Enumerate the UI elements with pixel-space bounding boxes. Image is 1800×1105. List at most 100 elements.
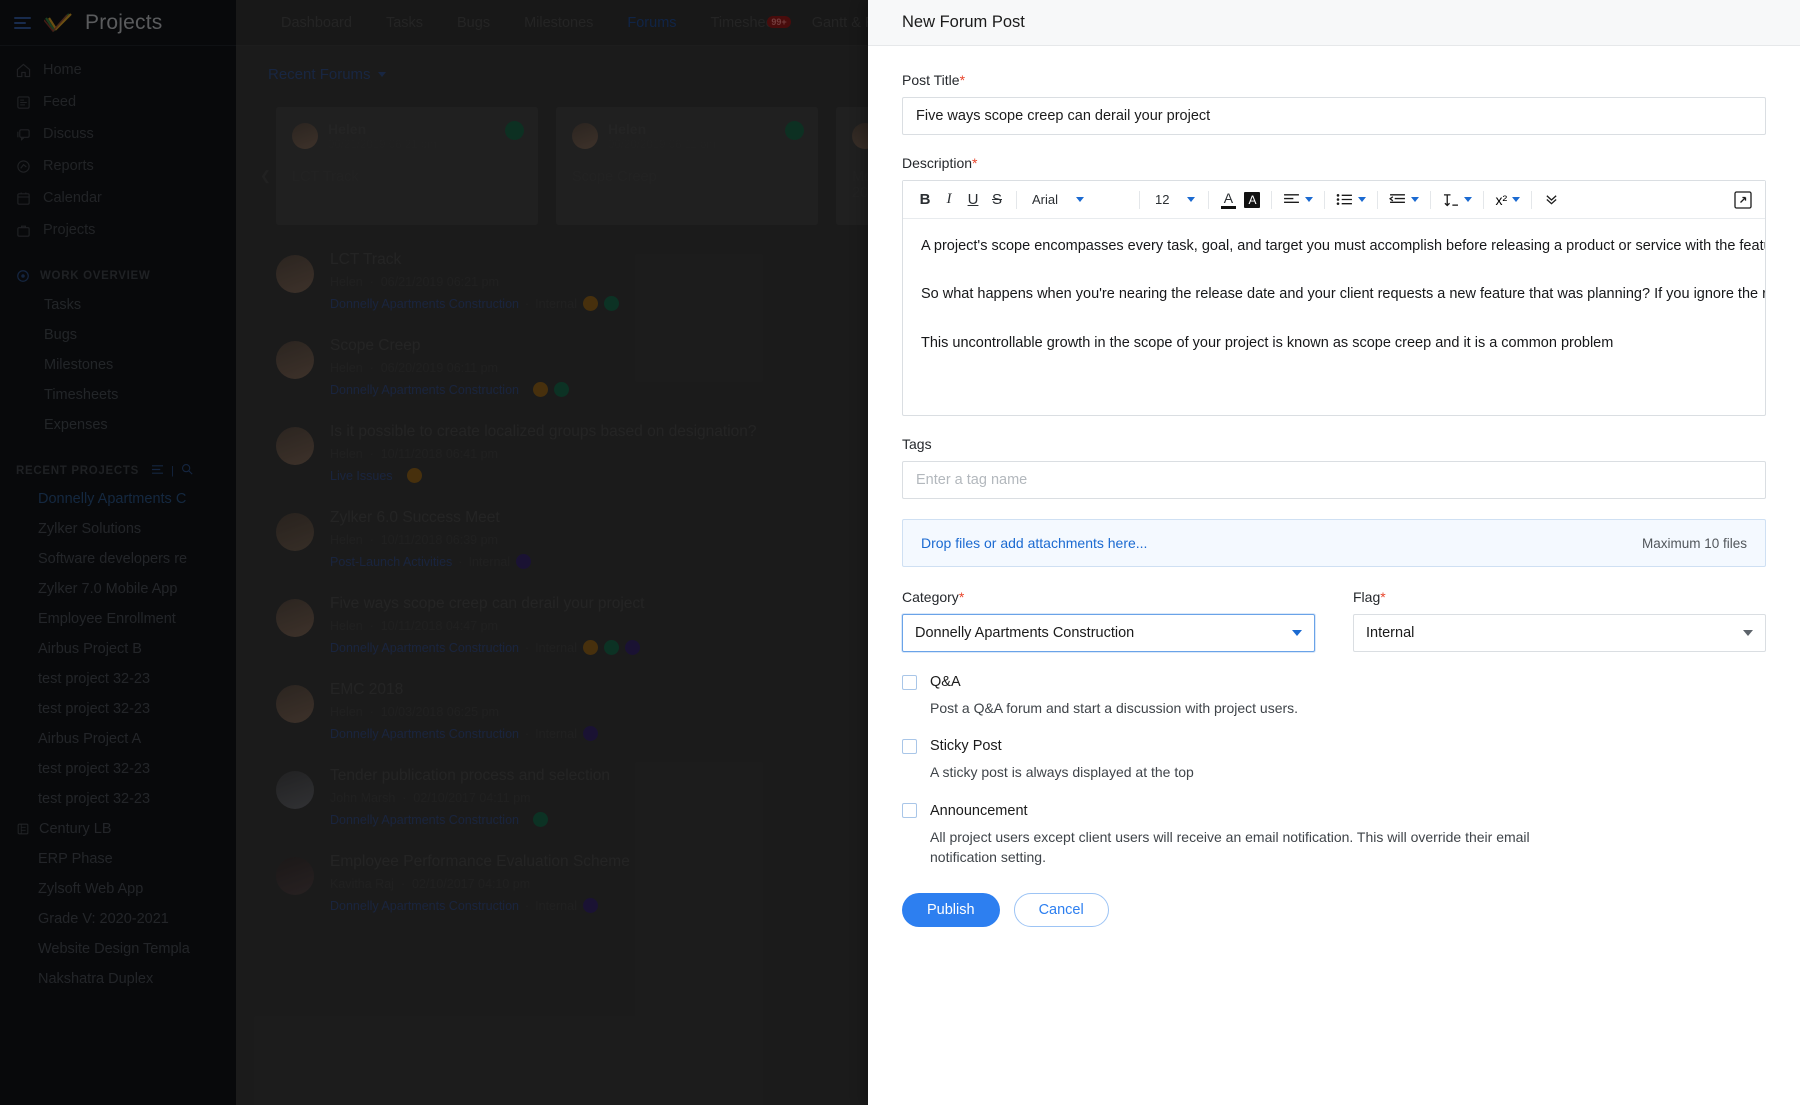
line-spacing-icon[interactable]	[1438, 193, 1476, 207]
announcement-checkbox-line[interactable]: Announcement	[902, 803, 1766, 819]
card-status-badge	[785, 121, 804, 140]
recent-forums-label: Recent Forums	[268, 66, 371, 83]
sidebar-project-14[interactable]: Grade V: 2020-2021	[0, 904, 236, 934]
tags-input[interactable]	[902, 461, 1766, 499]
sidebar-item-discuss[interactable]: Discuss	[0, 118, 236, 150]
sidebar-project-3[interactable]: Zylker 7.0 Mobile App	[0, 574, 236, 604]
qa-checkbox[interactable]	[902, 674, 917, 690]
sidebar-project-7[interactable]: test project 32-23	[0, 694, 236, 724]
forum-project[interactable]: Donnelly Apartments Construction	[330, 727, 519, 741]
category-label: Category*	[902, 589, 1315, 605]
sidebar-scroll: Home Feed Discuss Reports Calendar Proje…	[0, 46, 236, 994]
project-label: test project 32-23	[38, 671, 151, 687]
sidebar-project-13[interactable]: Zylsoft Web App	[0, 874, 236, 904]
font-family-select[interactable]: Arial	[1024, 187, 1132, 213]
sidebar-project-1[interactable]: Zylker Solutions	[0, 514, 236, 544]
flag-value: Internal	[1366, 625, 1415, 641]
italic-icon[interactable]: I	[937, 187, 961, 213]
panel-body: Post Title* Description* B I U S	[868, 46, 1800, 1105]
underline-icon[interactable]: U	[961, 187, 985, 213]
bold-icon[interactable]: B	[913, 187, 937, 213]
separator: ·	[524, 296, 530, 311]
sidebar-item-milestones[interactable]: Milestones	[0, 350, 236, 380]
search-icon[interactable]	[181, 462, 193, 480]
tab-milestones[interactable]: Milestones	[507, 15, 610, 31]
sidebar-item-timesheets[interactable]: Timesheets	[0, 380, 236, 410]
projects-logo-icon	[44, 12, 72, 33]
sidebar-project-9[interactable]: test project 32-23	[0, 754, 236, 784]
sidebar-item-feed[interactable]: Feed	[0, 86, 236, 118]
sidebar-project-2[interactable]: Software developers re	[0, 544, 236, 574]
forum-card[interactable]: Helen 06/20/2019 06:11 pm Scope Creep	[556, 107, 818, 225]
required-asterisk: *	[958, 589, 965, 605]
forum-card[interactable]: Helen 06/21/2019 06:21 pm LCT Track	[276, 107, 538, 225]
sidebar-item-bugs[interactable]: Bugs	[0, 320, 236, 350]
sidebar-item-expenses[interactable]: Expenses	[0, 410, 236, 440]
highlight-color-icon[interactable]: A	[1240, 187, 1264, 213]
sticky-post-checkbox[interactable]	[902, 738, 917, 754]
divider	[1430, 190, 1432, 209]
carousel-prev-icon[interactable]: ❮	[260, 168, 271, 184]
sidebar-project-5[interactable]: Airbus Project B	[0, 634, 236, 664]
sidebar-item-label: Reports	[43, 158, 94, 174]
forum-project[interactable]: Live Issues	[330, 469, 393, 483]
sidebar-item-reports[interactable]: Reports	[0, 150, 236, 182]
forum-project[interactable]: Donnelly Apartments Construction	[330, 297, 519, 311]
expand-icon[interactable]	[1731, 188, 1755, 212]
forum-project-row: Post-Launch Activities · Internal	[330, 554, 532, 569]
hamburger-menu-icon[interactable]	[14, 16, 31, 29]
project-label: Zylker 7.0 Mobile App	[38, 581, 178, 597]
description-label: Description*	[902, 155, 1766, 171]
tab-tasks[interactable]: Tasks	[369, 15, 440, 31]
outdent-icon[interactable]	[1385, 193, 1423, 206]
sidebar-project-0[interactable]: Donnelly Apartments C	[0, 484, 236, 514]
forum-project[interactable]: Donnelly Apartments Construction	[330, 813, 519, 827]
font-size-select[interactable]: 12	[1147, 187, 1201, 213]
cancel-button[interactable]: Cancel	[1013, 893, 1109, 928]
flag-select[interactable]: Internal	[1353, 614, 1766, 652]
sidebar-project-10[interactable]: test project 32-23	[0, 784, 236, 814]
tab-bugs[interactable]: Bugs	[440, 15, 507, 31]
forum-project[interactable]: Post-Launch Activities	[330, 555, 452, 569]
sidebar-project-4[interactable]: Employee Enrollment	[0, 604, 236, 634]
align-left-icon[interactable]	[1279, 193, 1317, 206]
sidebar-project-11[interactable]: Century LB	[0, 814, 236, 844]
sidebar-item-projects[interactable]: Projects	[0, 214, 236, 246]
sidebar-project-12[interactable]: ERP Phase	[0, 844, 236, 874]
sidebar-item-calendar[interactable]: Calendar	[0, 182, 236, 214]
forum-project[interactable]: Donnelly Apartments Construction	[330, 641, 519, 655]
list-view-icon[interactable]	[151, 462, 164, 480]
post-title-label: Post Title*	[902, 72, 1766, 88]
sidebar-project-15[interactable]: Website Design Templa	[0, 934, 236, 964]
project-label: Century LB	[39, 821, 112, 837]
chevron-double-down-icon[interactable]	[1539, 187, 1563, 213]
sidebar-item-home[interactable]: Home	[0, 54, 236, 86]
qa-checkbox-line[interactable]: Q&A	[902, 674, 1766, 690]
strikethrough-icon[interactable]: S	[985, 187, 1009, 213]
sidebar-project-8[interactable]: Airbus Project A	[0, 724, 236, 754]
add-attachments-link[interactable]: Drop files or add attachments here...	[921, 535, 1147, 551]
forum-project[interactable]: Donnelly Apartments Construction	[330, 383, 519, 397]
tab-timesheet[interactable]: Timesheet 99+	[694, 15, 795, 31]
sidebar-project-6[interactable]: test project 32-23	[0, 664, 236, 694]
forum-project[interactable]: Donnelly Apartments Construction	[330, 899, 519, 913]
announcement-checkbox[interactable]	[902, 803, 917, 819]
sidebar-item-label: Expenses	[44, 417, 108, 433]
sticky-post-checkbox-line[interactable]: Sticky Post	[902, 738, 1766, 754]
tab-dashboard[interactable]: Dashboard	[264, 15, 369, 31]
category-select[interactable]: Donnelly Apartments Construction	[902, 614, 1315, 652]
post-title-group: Post Title*	[902, 72, 1766, 135]
description-editor-body[interactable]: A project's scope encompasses every task…	[903, 219, 1765, 415]
superscript-icon[interactable]: x²	[1491, 192, 1524, 208]
bulleted-list-icon[interactable]	[1332, 193, 1370, 206]
avatar	[276, 513, 314, 551]
separator: ·	[524, 726, 530, 741]
tab-forums[interactable]: Forums	[610, 15, 693, 31]
post-title-input[interactable]	[902, 97, 1766, 135]
text-color-icon[interactable]: A	[1216, 187, 1240, 213]
publish-button[interactable]: Publish	[902, 893, 1000, 928]
attachments-dropzone[interactable]: Drop files or add attachments here... Ma…	[902, 519, 1766, 567]
sidebar-item-tasks[interactable]: Tasks	[0, 290, 236, 320]
avatar	[276, 255, 314, 293]
sidebar-project-16[interactable]: Nakshatra Duplex	[0, 964, 236, 994]
